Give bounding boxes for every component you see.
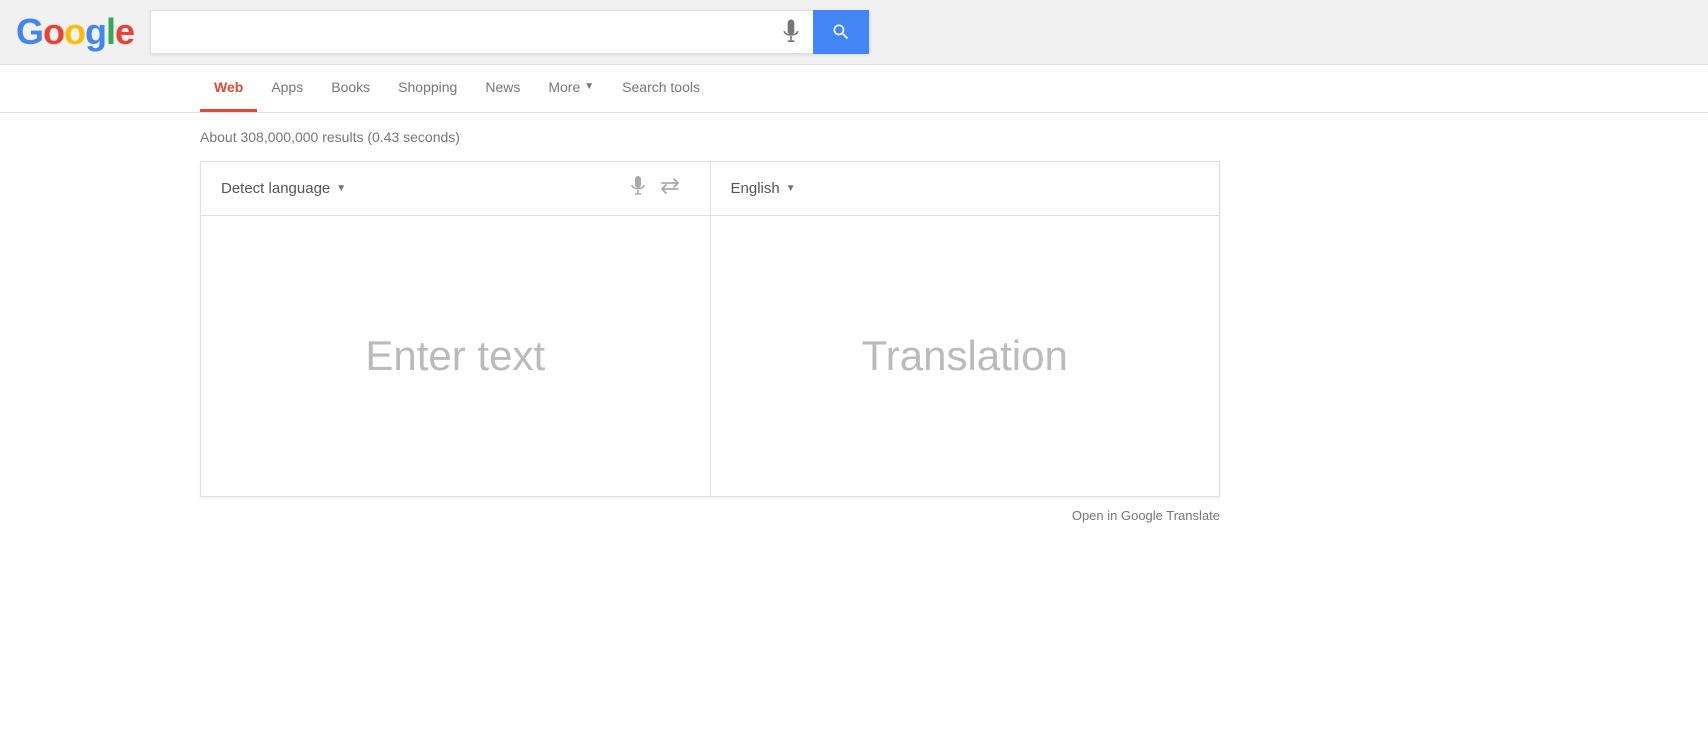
results-info: About 308,000,000 results (0.43 seconds) [0,113,1708,161]
translate-header-icons [630,176,680,201]
search-bar: translate [150,10,870,54]
translate-body: Enter text Translation [201,216,1219,496]
tab-news[interactable]: News [471,64,534,112]
open-in-google-translate-link[interactable]: Open in Google Translate [1072,508,1220,523]
more-arrow-icon: ▼ [584,81,594,92]
source-lang-arrow-icon: ▼ [336,183,346,194]
google-logo[interactable]: Google [16,11,134,53]
translate-mic-icon[interactable] [630,176,646,201]
translate-left-header: Detect language ▼ [201,162,711,215]
search-icon [831,22,851,42]
tab-web[interactable]: Web [200,64,257,112]
header: Google translate [0,0,1708,65]
translate-widget: Detect language ▼ [200,161,1220,497]
search-input[interactable]: translate [151,22,769,43]
swap-languages-icon[interactable] [660,178,680,199]
mic-button[interactable] [769,19,813,45]
nav-bar: Web Apps Books Shopping News More ▼ Sear… [0,65,1708,113]
translate-input-pane[interactable]: Enter text [201,216,711,496]
translate-footer: Open in Google Translate [200,497,1220,535]
tab-more[interactable]: More ▼ [534,64,608,112]
tab-search-tools[interactable]: Search tools [608,64,714,112]
translate-header: Detect language ▼ [201,162,1219,216]
translate-right-header: English ▼ [711,162,1220,215]
search-button[interactable] [813,10,869,54]
mic-icon [781,19,801,45]
tab-books[interactable]: Books [317,64,384,112]
translate-output-pane: Translation [711,216,1220,496]
target-lang-dropdown[interactable]: English ▼ [731,180,796,197]
tab-shopping[interactable]: Shopping [384,64,471,112]
tab-apps[interactable]: Apps [257,64,317,112]
source-lang-dropdown[interactable]: Detect language ▼ [221,180,346,197]
target-lang-arrow-icon: ▼ [786,183,796,194]
